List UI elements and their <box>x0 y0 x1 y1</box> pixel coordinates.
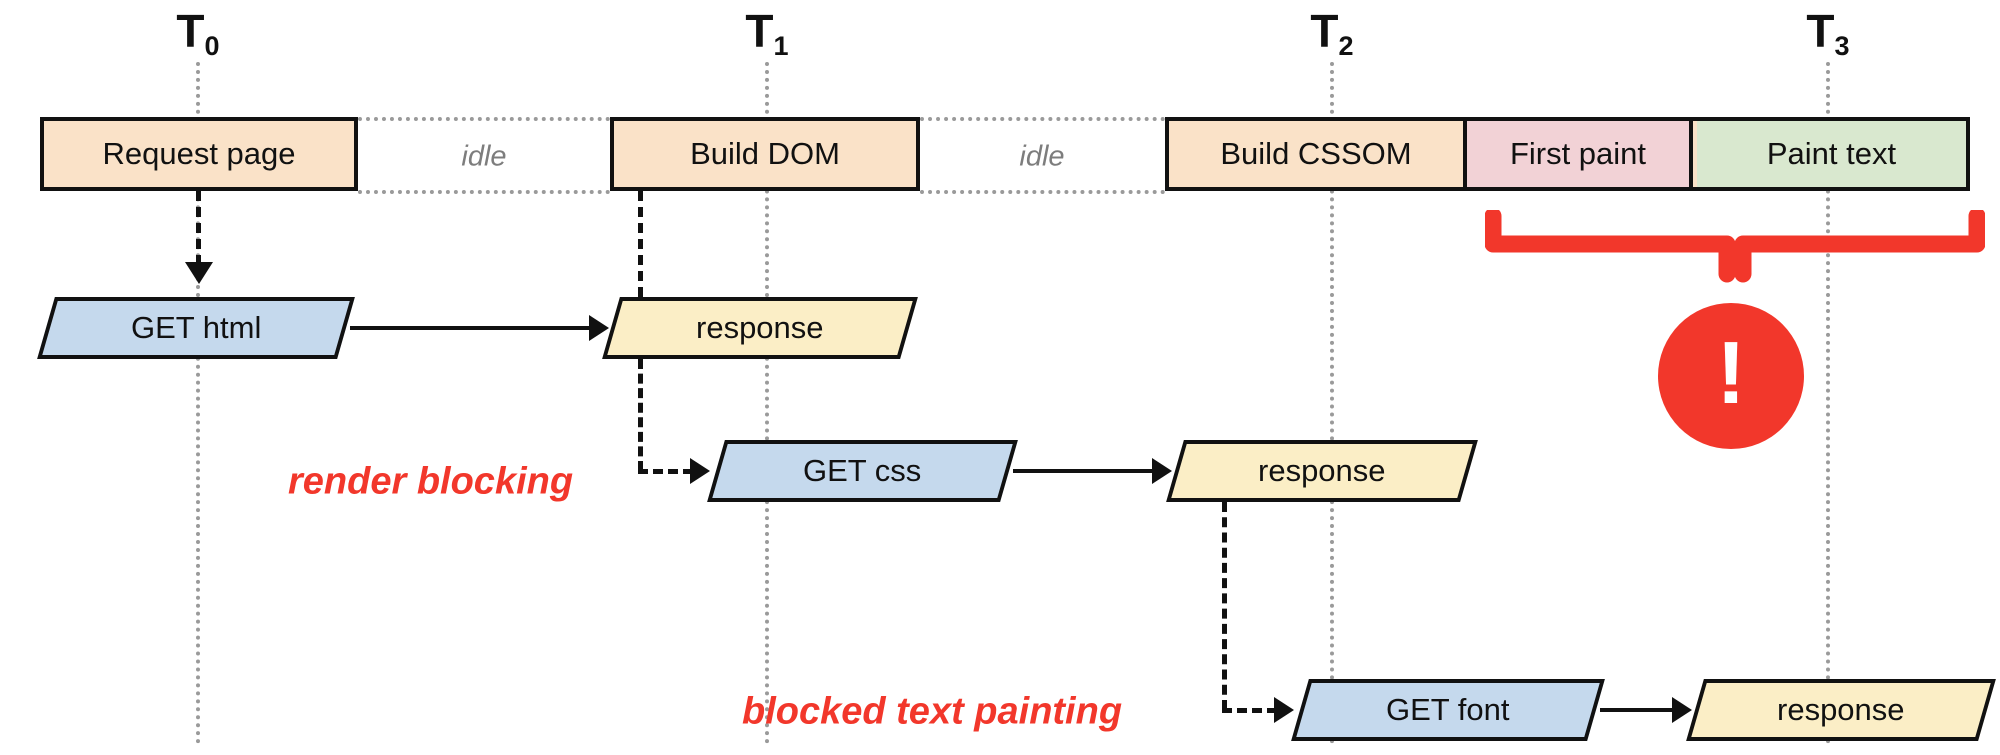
network-node-get-html-label: GET html <box>130 310 262 345</box>
time-marker-t2-base: T <box>1310 5 1339 57</box>
time-marker-t3-base: T <box>1806 5 1835 57</box>
arrowhead-to-get-css <box>690 458 710 484</box>
idle-gap-2-top-rule <box>920 117 1165 121</box>
timeline-task-first-paint[interactable]: First paint <box>1463 121 1693 187</box>
connector-css-response-to-font-request <box>1222 502 1227 710</box>
network-node-html-response-label: response <box>696 310 824 345</box>
timeline-task-request-page[interactable]: Request page <box>40 117 358 191</box>
time-marker-t3: T3 <box>1806 8 1849 60</box>
arrowhead-get-css-to-response <box>1152 458 1172 484</box>
time-marker-t1-base: T <box>745 5 774 57</box>
arrowhead-get-font-to-response <box>1672 697 1692 723</box>
connector-css-request-elbow <box>638 469 693 474</box>
timeline-task-build-dom-label: Build DOM <box>690 136 840 171</box>
arrowhead-get-html-to-response <box>589 315 609 341</box>
time-marker-t0-base: T <box>176 5 205 57</box>
connector-get-css-to-response <box>1013 469 1165 473</box>
brace-paint-delay <box>1485 210 1985 283</box>
exclamation-icon: ! <box>1716 323 1746 422</box>
timeline-task-request-page-label: Request page <box>102 136 296 171</box>
network-node-get-font-label: GET font <box>1386 692 1510 727</box>
idle-gap-1-label: idle <box>461 140 507 173</box>
annotation-render-blocking: render blocking <box>288 460 574 503</box>
timeline-task-paint-text[interactable]: Paint text <box>1697 121 1966 187</box>
annotation-blocked-text-painting: blocked text painting <box>742 690 1123 733</box>
connector-html-response-to-css-request <box>638 359 643 471</box>
connector-build-dom-to-css-request <box>638 191 643 297</box>
time-marker-t1-sub: 1 <box>773 31 789 62</box>
timeline-task-build-cssom[interactable]: Build CSSOM <box>1169 121 1463 187</box>
arrowhead-to-get-font <box>1274 697 1294 723</box>
connector-font-request-elbow <box>1222 708 1277 713</box>
network-node-get-css[interactable]: GET css <box>707 440 1018 502</box>
timeline-task-build-cssom-label: Build CSSOM <box>1220 136 1412 171</box>
timeline-task-paint-text-label: Paint text <box>1766 136 1897 171</box>
network-node-font-response-label: response <box>1777 692 1905 727</box>
time-marker-t1: T1 <box>745 8 788 60</box>
network-node-css-response-label: response <box>1258 453 1386 488</box>
time-marker-t0: T0 <box>176 8 219 60</box>
idle-gap-1-bottom-rule <box>358 190 610 194</box>
connector-get-html-to-response <box>350 326 603 330</box>
network-node-get-css-label: GET css <box>803 453 922 488</box>
time-marker-t2-sub: 2 <box>1338 31 1354 62</box>
connector-request-page-to-get-html <box>196 191 201 265</box>
time-marker-t0-sub: 0 <box>204 31 220 62</box>
network-node-get-html[interactable]: GET html <box>37 297 355 359</box>
time-marker-t3-sub: 3 <box>1834 31 1850 62</box>
network-node-html-response[interactable]: response <box>602 297 918 359</box>
timeline-diagram: T0 T1 T2 T3 idle idle Request page Build… <box>0 0 2000 755</box>
network-node-font-response[interactable]: response <box>1686 679 1996 741</box>
timeline-task-build-dom[interactable]: Build DOM <box>610 117 920 191</box>
time-marker-t2: T2 <box>1310 8 1353 60</box>
idle-gap-2-bottom-rule <box>920 190 1165 194</box>
network-node-css-response[interactable]: response <box>1166 440 1478 502</box>
idle-gap-2-label: idle <box>1019 140 1065 173</box>
alert-badge: ! <box>1658 303 1804 449</box>
idle-gap-1-top-rule <box>358 117 610 121</box>
timeline-render-group: Build CSSOM First paint Paint text <box>1165 117 1970 191</box>
timeline-task-first-paint-label: First paint <box>1509 136 1647 171</box>
network-node-get-font[interactable]: GET font <box>1291 679 1605 741</box>
arrowhead-request-page-to-get-html <box>185 262 213 284</box>
